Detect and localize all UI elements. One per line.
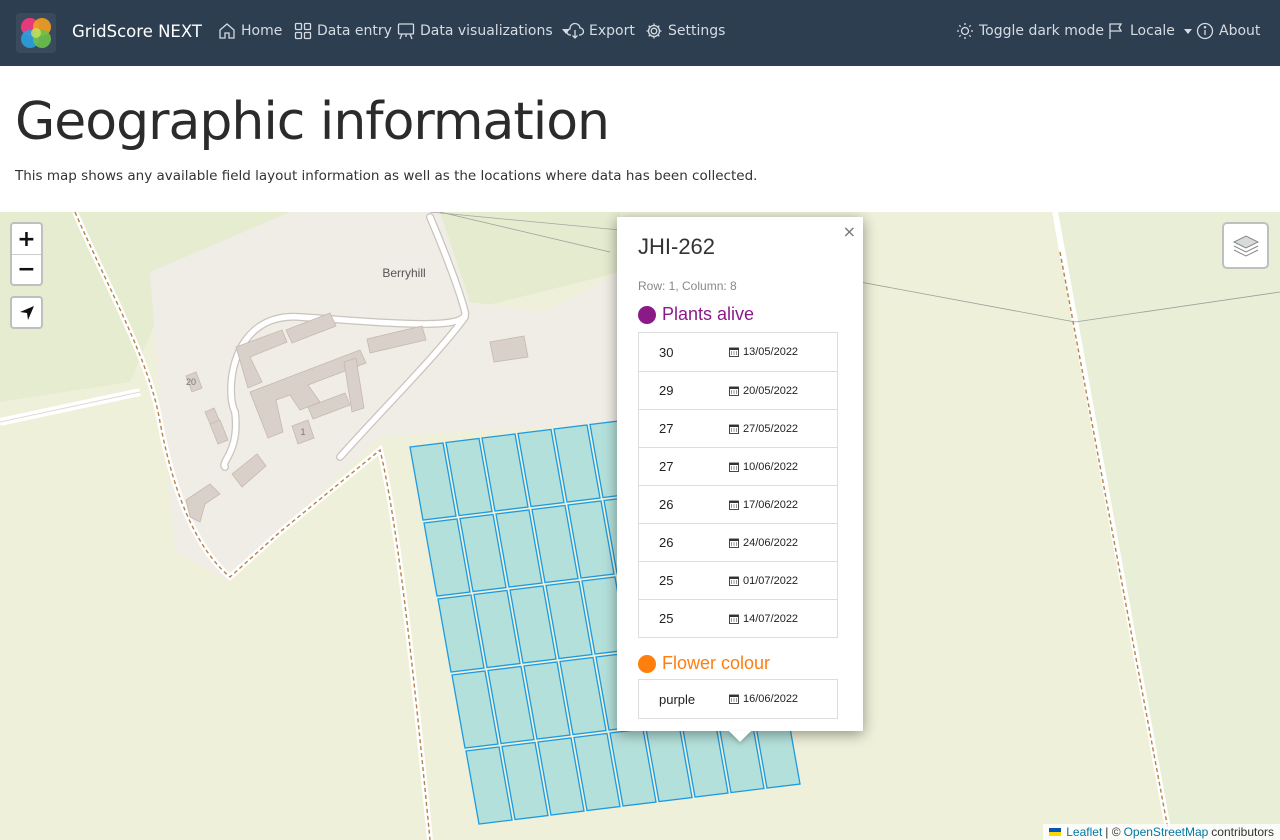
trait-name: Flower colour	[662, 653, 771, 673]
table-row: 26 24/06/2022	[639, 523, 837, 561]
table-row: 27 10/06/2022	[639, 447, 837, 485]
nav-data-visualizations-label: Data visualizations	[420, 23, 553, 39]
ukraine-flag-icon	[1049, 828, 1062, 836]
calendar-icon	[729, 576, 739, 586]
table-row: 26 17/06/2022	[639, 485, 837, 523]
trait-value: 27	[659, 421, 674, 436]
sun-icon	[957, 23, 973, 39]
map-container[interactable]: Berryhill 20 1 + − × JHI-262 Row: 1, Col…	[0, 212, 1280, 840]
map-place-label: Berryhill	[382, 266, 425, 280]
trait-date: 16/06/2022	[743, 693, 799, 705]
table-row: 25 14/07/2022	[639, 599, 837, 637]
trait-date: 20/05/2022	[743, 384, 799, 397]
trait-value: purple	[659, 691, 696, 707]
calendar-icon	[729, 500, 739, 510]
navbar: GridScore NEXT Home Data entry Data visu…	[0, 0, 1280, 66]
attribution-contributors: contributors	[1211, 825, 1274, 839]
toggle-dark-mode-label: Toggle dark mode	[979, 23, 1104, 39]
nav-about[interactable]: About	[1196, 22, 1260, 40]
table-row: 29 20/05/2022	[639, 371, 837, 409]
plot-popup: × JHI-262 Row: 1, Column: 8 Plants alive…	[617, 217, 863, 731]
calendar-icon	[729, 694, 739, 704]
cloud-download-icon	[566, 22, 584, 39]
nav-data-entry-label: Data entry	[317, 23, 392, 39]
gridscore-logo[interactable]	[16, 13, 56, 53]
chevron-down-icon	[1183, 28, 1192, 34]
trait-date: 10/06/2022	[743, 460, 799, 473]
trait-name: Plants alive	[662, 304, 755, 324]
nav-locale-label: Locale	[1130, 23, 1175, 39]
trait-date: 17/06/2022	[743, 498, 799, 511]
nav-data-entry[interactable]: Data entry	[294, 22, 392, 40]
info-icon	[1196, 22, 1214, 40]
zoom-control: + −	[10, 222, 43, 286]
trait-heading-plants-alive: Plants alive	[638, 304, 754, 325]
layers-icon	[1232, 234, 1259, 257]
trait-value: 27	[659, 459, 674, 474]
location-arrow-icon	[19, 305, 34, 320]
zoom-in-button[interactable]: +	[12, 224, 41, 254]
table-row: 27 27/05/2022	[639, 409, 837, 447]
table-row: purple 16/06/2022	[639, 680, 837, 718]
trait-value: 25	[659, 573, 674, 588]
nav-locale[interactable]: Locale	[1107, 22, 1192, 40]
page-description: This map shows any available field layou…	[15, 168, 758, 184]
toggle-dark-mode[interactable]: Toggle dark mode	[956, 22, 1104, 40]
calendar-icon	[729, 424, 739, 434]
leaflet-link[interactable]: Leaflet	[1066, 825, 1102, 839]
gear-icon	[646, 23, 662, 39]
map-attribution: Leaflet | © OpenStreetMap contributors	[1043, 824, 1280, 840]
map-building-label: 20	[186, 377, 196, 387]
trait-color-dot	[638, 305, 656, 324]
nav-about-label: About	[1219, 23, 1261, 39]
trait-value: 26	[659, 497, 674, 512]
popup-tip	[729, 731, 751, 742]
brand-name[interactable]: GridScore NEXT	[72, 22, 202, 41]
attribution-separator: | ©	[1105, 825, 1121, 839]
page-title: Geographic information	[15, 92, 610, 152]
trait-date: 14/07/2022	[743, 612, 799, 625]
nav-settings-label: Settings	[668, 23, 726, 39]
home-icon	[219, 23, 235, 39]
trait-date: 01/07/2022	[743, 574, 799, 587]
trait-table-plants-alive: 30 13/05/2022 29 20/05/2022 27 27/05/2022 2…	[638, 332, 838, 638]
nav-settings[interactable]: Settings	[645, 22, 725, 40]
calendar-icon	[729, 614, 739, 624]
calendar-icon	[729, 386, 739, 396]
trait-date: 24/06/2022	[743, 536, 799, 549]
calendar-icon	[729, 347, 739, 357]
trait-heading-flower-colour: Flower colour	[638, 653, 770, 674]
popup-subtitle: Row: 1, Column: 8	[638, 279, 737, 293]
layers-button[interactable]	[1222, 222, 1269, 269]
grid-icon	[294, 22, 312, 40]
trait-value: 29	[659, 383, 674, 398]
map-building-label: 1	[300, 427, 305, 437]
nav-export-label: Export	[589, 23, 635, 39]
trait-value: 30	[659, 344, 674, 360]
trait-value: 26	[659, 535, 674, 550]
trait-date: 13/05/2022	[743, 346, 799, 358]
calendar-icon	[729, 462, 739, 472]
nav-data-visualizations[interactable]: Data visualizations	[397, 22, 570, 40]
trait-color-dot	[638, 654, 656, 673]
popup-close-button[interactable]: ×	[843, 222, 856, 241]
zoom-out-button[interactable]: −	[12, 254, 41, 284]
easel-icon	[397, 23, 415, 40]
popup-title: JHI-262	[638, 234, 716, 259]
openstreetmap-link[interactable]: OpenStreetMap	[1124, 825, 1209, 839]
flag-icon	[1109, 23, 1123, 39]
nav-home-label: Home	[241, 23, 283, 39]
trait-value: 25	[659, 611, 674, 626]
nav-home[interactable]: Home	[218, 22, 282, 40]
trait-date: 27/05/2022	[743, 422, 799, 435]
trait-table-flower-colour: purple 16/06/2022	[638, 679, 838, 719]
locate-button[interactable]	[10, 296, 43, 329]
table-row: 30 13/05/2022	[639, 333, 837, 371]
table-row: 25 01/07/2022	[639, 561, 837, 599]
nav-export[interactable]: Export	[566, 22, 635, 40]
calendar-icon	[729, 538, 739, 548]
